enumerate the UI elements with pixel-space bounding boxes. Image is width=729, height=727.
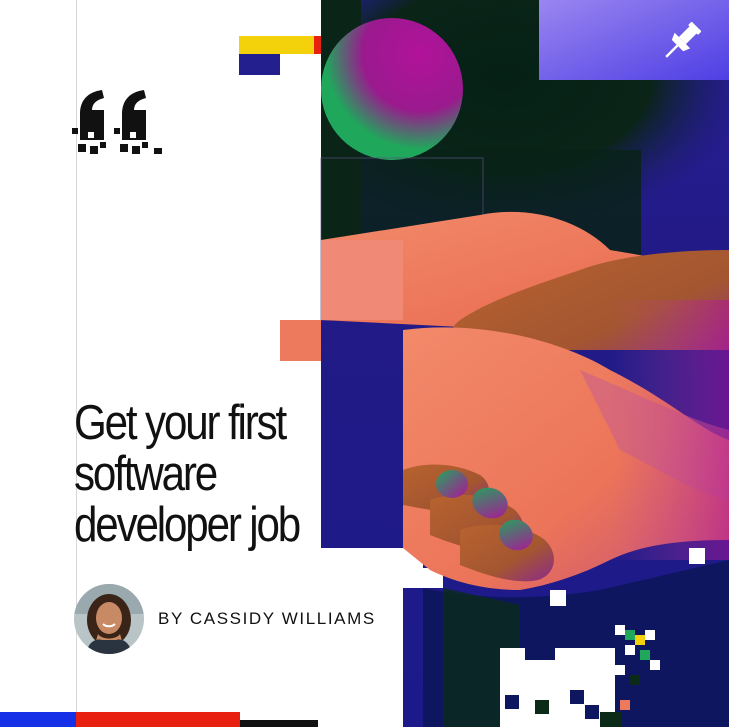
title-line: software: [74, 447, 218, 501]
author-avatar[interactable]: [74, 584, 144, 654]
decor-bar-red: [76, 712, 240, 727]
author-byline[interactable]: BY CASSIDY WILLIAMS: [158, 609, 376, 629]
avatar-image: [74, 584, 144, 654]
decor-block-navy: [239, 54, 280, 75]
pin-button-area[interactable]: [539, 0, 729, 80]
article-title: Get your first software developer job: [74, 398, 358, 551]
title-line: developer job: [74, 498, 301, 552]
decor-block-yellow: [239, 36, 320, 54]
quote-icon: [72, 90, 162, 154]
title-line: Get your first: [74, 396, 287, 450]
decor-bar-dark: [240, 720, 318, 727]
decor-bar-blue: [0, 712, 76, 727]
decor-block-red: [314, 36, 321, 54]
